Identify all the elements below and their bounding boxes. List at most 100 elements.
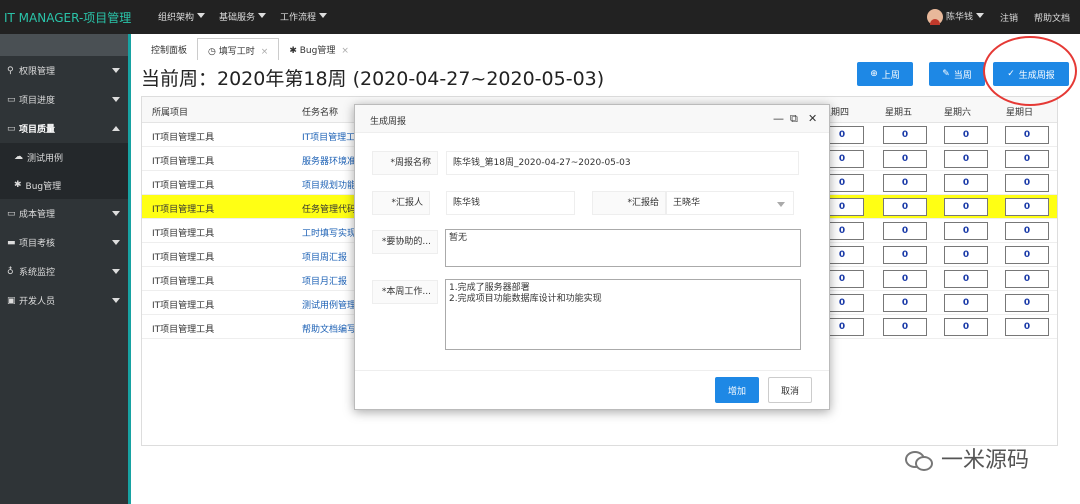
header-sat: 星期六 bbox=[944, 108, 972, 118]
sidebar-item-assessment[interactable]: ▬ 项目考核 bbox=[0, 228, 128, 257]
report-name-label: *周报名称 bbox=[372, 151, 438, 175]
close-icon[interactable]: × bbox=[261, 47, 269, 57]
sidebar-item-developers[interactable]: ▣ 开发人员 bbox=[0, 286, 128, 315]
close-icon[interactable]: × bbox=[341, 46, 349, 56]
row-task-link[interactable]: 任务管理代码 bbox=[302, 202, 357, 215]
prev-week-button[interactable]: ⊕ 上周 bbox=[857, 62, 913, 86]
maximize-icon[interactable]: ⧉ bbox=[790, 112, 798, 126]
hours-input-sat[interactable]: 0 bbox=[944, 222, 988, 240]
hours-input-sat[interactable]: 0 bbox=[944, 150, 988, 168]
top-navbar: IT MANAGER-项目管理 组织架构 基础服务 工作流程 陈华钱 注销 帮助… bbox=[0, 0, 1080, 34]
sidebar-toolbar bbox=[0, 34, 128, 56]
folder-icon: ▭ bbox=[7, 208, 16, 219]
hours-input-fri[interactable]: 0 bbox=[883, 174, 927, 192]
hours-input-fri[interactable]: 0 bbox=[883, 270, 927, 288]
hours-input-sat[interactable]: 0 bbox=[944, 318, 988, 336]
sidebar-item-quality[interactable]: ▭ 项目质量 bbox=[0, 114, 128, 143]
row-task-link[interactable]: 工时填写实现 bbox=[302, 226, 357, 239]
report-to-select[interactable]: 王晓华 bbox=[666, 191, 794, 215]
user-menu[interactable]: 陈华钱 bbox=[927, 9, 984, 25]
sidebar-item-permissions[interactable]: ⚲ 权限管理 bbox=[0, 56, 128, 85]
hours-input-sun[interactable]: 0 bbox=[1005, 246, 1049, 264]
nav-basic-service[interactable]: 基础服务 bbox=[219, 10, 267, 23]
tab-dashboard[interactable]: 控制面板 bbox=[141, 38, 197, 60]
pencil-icon: ✎ bbox=[942, 69, 950, 79]
hours-input-fri[interactable]: 0 bbox=[883, 318, 927, 336]
sidebar-border bbox=[128, 34, 131, 504]
plus-circle-icon: ⊕ bbox=[870, 69, 878, 79]
hours-input-sun[interactable]: 0 bbox=[1005, 150, 1049, 168]
hours-input-sun[interactable]: 0 bbox=[1005, 198, 1049, 216]
hours-input-sun[interactable]: 0 bbox=[1005, 318, 1049, 336]
work-summary-label: *本周工作... bbox=[372, 280, 438, 304]
report-name-field[interactable]: 陈华钱_第18周_2020-04-27~2020-05-03 bbox=[446, 151, 799, 175]
hours-input-sun[interactable]: 0 bbox=[1005, 270, 1049, 288]
hours-input-sun[interactable]: 0 bbox=[1005, 174, 1049, 192]
row-task-link[interactable]: 项目周汇报 bbox=[302, 250, 357, 263]
bug-icon: ✱ bbox=[289, 46, 297, 56]
add-button[interactable]: 增加 bbox=[715, 377, 759, 403]
row-task-link[interactable]: 项目规划功能 bbox=[302, 178, 357, 191]
hours-input-sat[interactable]: 0 bbox=[944, 174, 988, 192]
bug-icon: ✱ bbox=[14, 180, 22, 190]
cancel-button[interactable]: 取消 bbox=[768, 377, 812, 403]
folder-icon: ▭ bbox=[7, 94, 16, 105]
image-icon: ▣ bbox=[7, 295, 16, 306]
hours-input-sat[interactable]: 0 bbox=[944, 126, 988, 144]
row-task-link[interactable]: 帮助文档编写 bbox=[302, 322, 357, 335]
chevron-down-icon bbox=[112, 240, 120, 245]
monitor-icon: ▬ bbox=[7, 237, 16, 248]
bulb-icon: ♁ bbox=[7, 266, 14, 277]
help-needed-textarea[interactable]: 暂无 bbox=[445, 229, 801, 267]
key-icon: ⚲ bbox=[7, 65, 14, 76]
sidebar-subitem-bug[interactable]: ✱ Bug管理 bbox=[0, 171, 128, 199]
hours-input-sun[interactable]: 0 bbox=[1005, 126, 1049, 144]
watermark: 一米源码 bbox=[905, 442, 1029, 474]
row-project: IT项目管理工具 bbox=[152, 277, 215, 287]
reporter-label: *汇报人 bbox=[372, 191, 430, 215]
hours-input-sat[interactable]: 0 bbox=[944, 270, 988, 288]
hours-input-fri[interactable]: 0 bbox=[883, 126, 927, 144]
tab-bug[interactable]: ✱ Bug管理 × bbox=[279, 38, 359, 60]
hours-input-fri[interactable]: 0 bbox=[883, 222, 927, 240]
nav-workflow[interactable]: 工作流程 bbox=[280, 10, 328, 23]
hours-input-sat[interactable]: 0 bbox=[944, 198, 988, 216]
hours-input-fri[interactable]: 0 bbox=[883, 246, 927, 264]
minimize-icon[interactable]: — bbox=[773, 112, 784, 125]
sidebar-item-progress[interactable]: ▭ 项目进度 bbox=[0, 85, 128, 114]
row-task-link[interactable]: IT项目管理工 bbox=[302, 130, 357, 143]
nav-org[interactable]: 组织架构 bbox=[158, 10, 206, 23]
current-week-button[interactable]: ✎ 当周 bbox=[929, 62, 985, 86]
work-summary-textarea[interactable]: 1.完成了服务器部署 2.完成项目功能数据库设计和功能实现 bbox=[445, 279, 801, 350]
row-project: IT项目管理工具 bbox=[152, 301, 215, 311]
row-project: IT项目管理工具 bbox=[152, 253, 215, 263]
hours-input-sun[interactable]: 0 bbox=[1005, 222, 1049, 240]
sidebar-item-cost[interactable]: ▭ 成本管理 bbox=[0, 199, 128, 228]
header-task: 任务名称 bbox=[302, 108, 339, 118]
help-link[interactable]: 帮助文档 bbox=[1034, 11, 1070, 24]
top-menu: 组织架构 基础服务 工作流程 bbox=[158, 10, 328, 23]
caret-down-icon bbox=[197, 13, 206, 18]
close-icon[interactable]: ✕ bbox=[808, 112, 817, 125]
help-needed-label: *要协助的... bbox=[372, 230, 438, 254]
hours-input-fri[interactable]: 0 bbox=[883, 198, 927, 216]
hours-input-sat[interactable]: 0 bbox=[944, 246, 988, 264]
row-project: IT项目管理工具 bbox=[152, 205, 215, 215]
header-fri: 星期五 bbox=[885, 108, 913, 118]
reporter-field[interactable]: 陈华钱 bbox=[446, 191, 575, 215]
app-brand[interactable]: IT MANAGER-项目管理 bbox=[4, 9, 131, 26]
row-task-link[interactable]: 项目月汇报 bbox=[302, 274, 357, 287]
hours-input-sun[interactable]: 0 bbox=[1005, 294, 1049, 312]
hours-input-sat[interactable]: 0 bbox=[944, 294, 988, 312]
wechat-icon bbox=[905, 447, 935, 471]
row-task-link[interactable]: 服务器环境准 bbox=[302, 154, 357, 167]
clock-icon: ◷ bbox=[208, 47, 216, 57]
hours-input-fri[interactable]: 0 bbox=[883, 150, 927, 168]
hours-input-fri[interactable]: 0 bbox=[883, 294, 927, 312]
logout-link[interactable]: 注销 bbox=[1000, 11, 1018, 24]
tab-timesheet[interactable]: ◷ 填写工时 × bbox=[197, 38, 280, 60]
sidebar-item-monitor[interactable]: ♁ 系统监控 bbox=[0, 257, 128, 286]
sidebar-subitem-testcases[interactable]: ☁ 测试用例 bbox=[0, 143, 128, 171]
row-task-link[interactable]: 测试用例管理 bbox=[302, 298, 357, 311]
header-sun: 星期日 bbox=[1006, 108, 1034, 118]
